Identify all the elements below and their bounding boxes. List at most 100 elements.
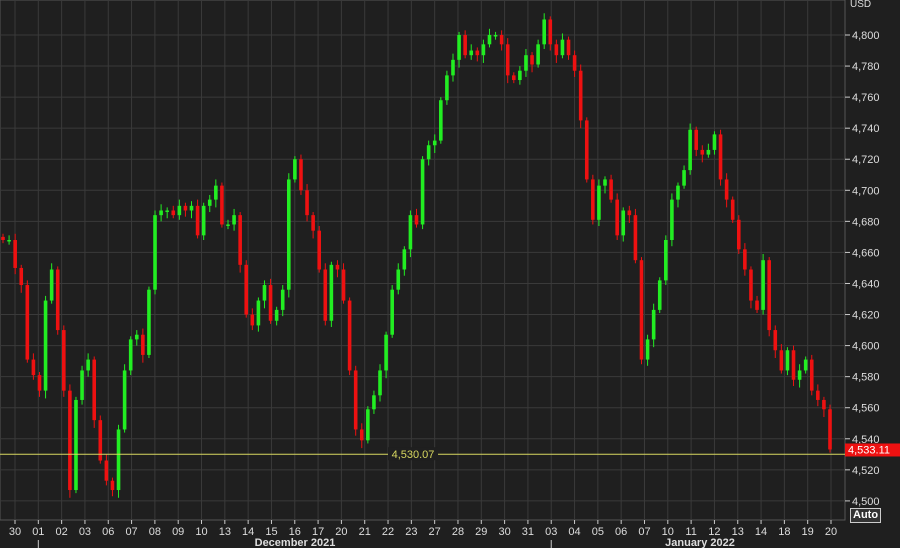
candle-body [189, 205, 194, 211]
candle-body [207, 199, 212, 206]
x-tick-label: 08 [149, 526, 161, 538]
candle-body [299, 159, 303, 191]
x-tick-label: 14 [755, 526, 767, 538]
candle-body [195, 205, 200, 236]
candle-body [730, 199, 735, 220]
x-tick-label: 04 [568, 526, 580, 538]
candle-body [463, 35, 467, 56]
candle-body [481, 44, 486, 56]
candle-body [773, 330, 778, 351]
candle-body [505, 44, 510, 76]
candle-body [104, 460, 109, 481]
currency-label: USD [850, 0, 871, 10]
candle-body [536, 44, 540, 65]
candle-body [779, 350, 784, 371]
candle-body [353, 370, 358, 430]
x-tick-label: 20 [335, 526, 347, 538]
x-tick-label: 27 [429, 526, 441, 538]
candle-body [171, 210, 176, 216]
candle-body [147, 289, 151, 355]
candle-body [268, 285, 273, 321]
candlestick-chart[interactable]: 4,5004,5204,5404,5604,5804,6004,6204,640… [0, 0, 900, 548]
candle-body [359, 429, 364, 441]
plot-area [0, 0, 846, 521]
candle-body [396, 269, 401, 290]
candle-body [560, 39, 565, 56]
candle-body [487, 35, 492, 45]
candle-body [244, 264, 249, 315]
y-tick-label: 4,660 [852, 247, 880, 259]
candle-body [280, 289, 285, 310]
candle-body [712, 134, 717, 150]
candle-body [232, 215, 236, 225]
candle-body [432, 140, 437, 146]
candle-body [597, 185, 601, 220]
candle-body [250, 314, 255, 326]
candle-body [645, 339, 650, 360]
x-tick-label: 05 [592, 526, 604, 538]
candle-body [700, 149, 705, 155]
candle-body [554, 44, 559, 56]
candle-body [384, 334, 388, 371]
candle-body [220, 185, 224, 225]
candle-body [49, 269, 54, 301]
candle-body [670, 199, 674, 240]
x-tick-label: 23 [405, 526, 417, 538]
y-tick-label: 4,760 [852, 92, 880, 104]
candle-body [542, 19, 546, 45]
candle-body [724, 179, 729, 200]
month-label: December 2021 [255, 537, 336, 548]
candle-body [311, 215, 315, 231]
candle-body [366, 409, 370, 441]
x-tick-label: 22 [382, 526, 394, 538]
candle-body [43, 300, 48, 391]
candle-body [706, 149, 711, 155]
candle-body [347, 300, 352, 371]
auto-scale-button[interactable]: Auto [850, 508, 882, 523]
candle-body [785, 350, 790, 371]
candle-body [116, 429, 121, 491]
candle-body [408, 215, 413, 250]
y-tick-label: 4,600 [852, 341, 880, 353]
candle-body [664, 239, 668, 281]
candle-body [439, 100, 443, 141]
candle-body [809, 359, 814, 391]
y-tick-label: 4,800 [852, 30, 880, 42]
candle-body [80, 370, 84, 400]
candle-body [518, 70, 522, 81]
candle-body [445, 75, 449, 101]
candle-body [524, 55, 528, 71]
candle-body [828, 409, 832, 450]
candle-body [639, 260, 644, 360]
candle-body [718, 134, 723, 180]
candle-body [165, 210, 169, 212]
x-tick-label: 07 [638, 526, 650, 538]
x-tick-label: 02 [56, 526, 68, 538]
candle-body [37, 375, 42, 391]
y-tick-label: 4,640 [852, 278, 880, 290]
candle-body [743, 249, 747, 270]
x-tick-label: 06 [102, 526, 114, 538]
candle-body [305, 190, 309, 216]
x-tick-label: 28 [452, 526, 464, 538]
candle-body [13, 239, 17, 268]
y-tick-label: 4,500 [852, 496, 880, 508]
candle-body [68, 390, 72, 491]
candle-body [256, 300, 261, 326]
y-tick-label: 4,520 [852, 465, 880, 477]
candle-body [493, 35, 498, 37]
y-tick-label: 4,780 [852, 61, 880, 73]
candle-body [548, 19, 553, 45]
candle-body [651, 309, 656, 340]
x-tick-label: 10 [195, 526, 207, 538]
x-tick-label: 01 [32, 526, 44, 538]
candle-body [676, 185, 680, 200]
candle-body [110, 480, 115, 491]
candle-body [803, 359, 808, 371]
reference-label: 4,530.07 [392, 449, 435, 461]
candle-body [402, 249, 407, 270]
candle-body [329, 264, 334, 321]
candle-body [603, 179, 607, 186]
candle-body [572, 55, 577, 71]
candle-body [372, 395, 376, 410]
